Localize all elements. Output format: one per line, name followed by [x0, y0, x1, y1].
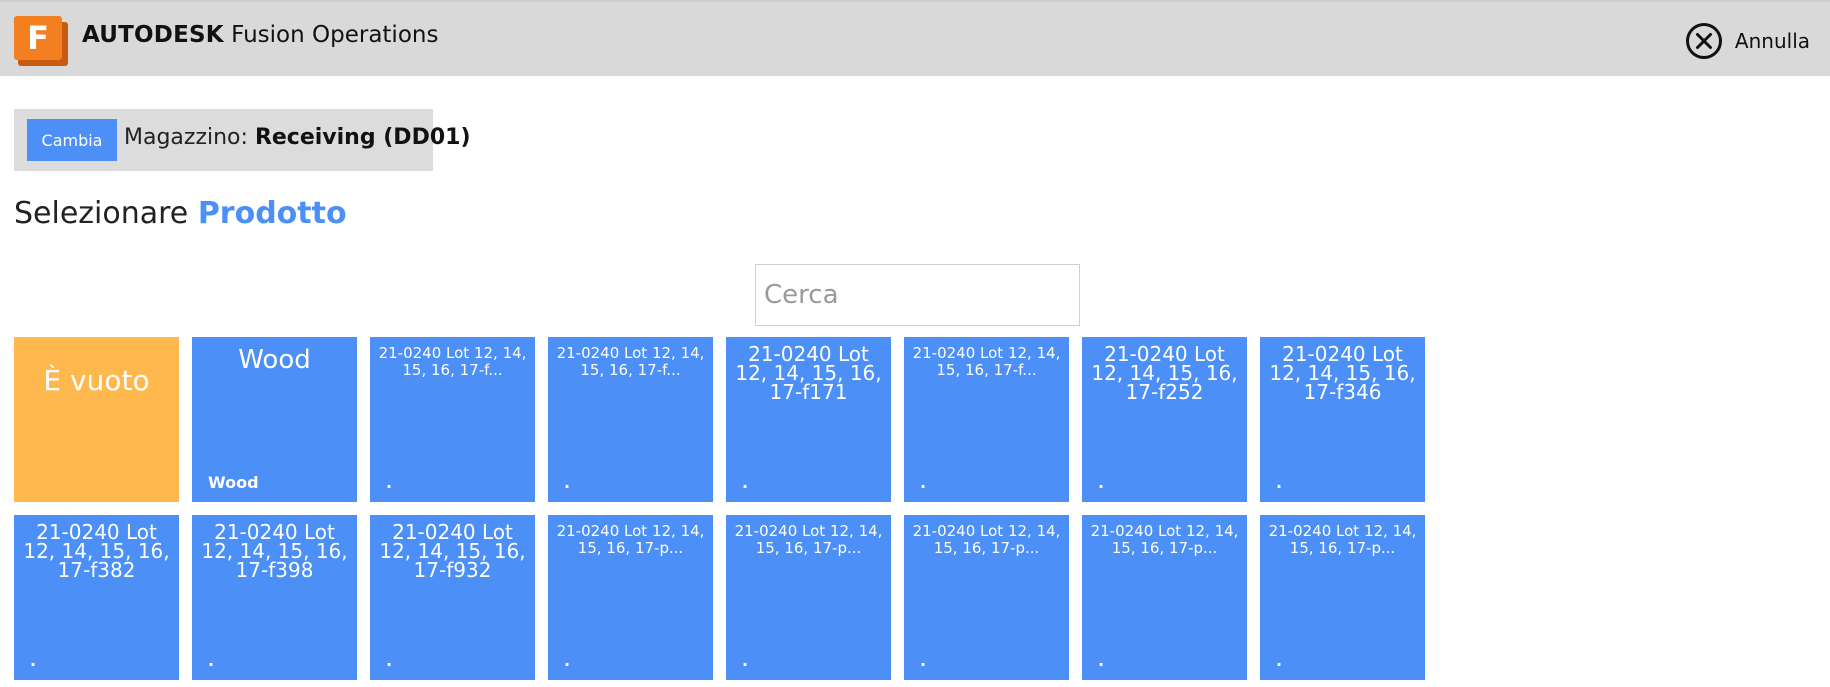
page-title-prefix: Selezionare [14, 196, 189, 231]
product-tile-code: . [1276, 473, 1283, 492]
product-tile-title: 21-0240 Lot 12, 14, 15, 16, 17-f346 [1269, 342, 1416, 404]
product-tile[interactable]: 21-0240 Lot 12, 14, 15, 16, 17-f382. [14, 515, 179, 680]
page-title-accent: Prodotto [197, 196, 347, 231]
warehouse-label: Magazzino: [124, 125, 248, 150]
product-tile[interactable]: 21-0240 Lot 12, 14, 15, 16, 17-p.... [1082, 515, 1247, 680]
brand-product: Fusion Operations [231, 22, 439, 48]
product-tile[interactable]: Wood Wood [192, 337, 357, 502]
product-tile-title: 21-0240 Lot 12, 14, 15, 16, 17-p... [1090, 522, 1239, 558]
close-circle-icon [1685, 23, 1722, 59]
warehouse-bar: Cambia Magazzino: Receiving (DD01) [14, 109, 471, 171]
product-tile-title: 21-0240 Lot 12, 14, 15, 16, 17-p... [1268, 522, 1417, 558]
product-tile-code: . [1098, 651, 1105, 670]
product-tile-title: 21-0240 Lot 12, 14, 15, 16, 17-f... [378, 344, 527, 380]
product-tile-title: 21-0240 Lot 12, 14, 15, 16, 17-p... [556, 522, 705, 558]
product-tile-title: 21-0240 Lot 12, 14, 15, 16, 17-f... [912, 344, 1061, 380]
search-input[interactable] [755, 264, 1080, 326]
warehouse-value: Receiving (DD01) [254, 125, 471, 150]
product-tile-title: 21-0240 Lot 12, 14, 15, 16, 17-p... [734, 522, 883, 558]
product-tile-title: 21-0240 Lot 12, 14, 15, 16, 17-f252 [1091, 342, 1238, 404]
page-title: Selezionare Prodotto [14, 196, 347, 231]
empty-product-tile[interactable]: È vuoto [14, 337, 179, 502]
product-tile-title: 21-0240 Lot 12, 14, 15, 16, 17-f171 [735, 342, 882, 404]
app-header: F AUTODESK Fusion Operations Annulla [0, 0, 1830, 76]
product-tile-code: . [564, 651, 571, 670]
cancel-button[interactable]: Annulla [1685, 21, 1810, 61]
product-tile-title: 21-0240 Lot 12, 14, 15, 16, 17-f398 [201, 520, 348, 582]
app-title: AUTODESK Fusion Operations [82, 22, 438, 48]
product-tile-code: . [742, 651, 749, 670]
product-tile-code: . [208, 651, 215, 670]
product-tile-title: 21-0240 Lot 12, 14, 15, 16, 17-p... [912, 522, 1061, 558]
product-tile[interactable]: 21-0240 Lot 12, 14, 15, 16, 17-f.... [904, 337, 1069, 502]
product-tile-code: . [564, 473, 571, 492]
product-tile[interactable]: 21-0240 Lot 12, 14, 15, 16, 17-f398. [192, 515, 357, 680]
product-tile-code: . [742, 473, 749, 492]
product-tile-code: . [30, 651, 37, 670]
change-warehouse-button[interactable]: Cambia [27, 119, 117, 161]
product-tile[interactable]: 21-0240 Lot 12, 14, 15, 16, 17-f932. [370, 515, 535, 680]
product-tile-title: 21-0240 Lot 12, 14, 15, 16, 17-f... [556, 344, 705, 380]
product-tile[interactable]: 21-0240 Lot 12, 14, 15, 16, 17-f346. [1260, 337, 1425, 502]
product-tile[interactable]: 21-0240 Lot 12, 14, 15, 16, 17-p.... [1260, 515, 1425, 680]
cancel-label: Annulla [1734, 29, 1810, 53]
product-tile-title: È vuoto [43, 364, 150, 397]
product-tile[interactable]: 21-0240 Lot 12, 14, 15, 16, 17-p.... [548, 515, 713, 680]
brand-autodesk: AUTODESK [82, 22, 224, 48]
warehouse-info: Magazzino: Receiving (DD01) [124, 125, 471, 150]
product-tile-code: . [1276, 651, 1283, 670]
product-tile[interactable]: 21-0240 Lot 12, 14, 15, 16, 17-p.... [904, 515, 1069, 680]
product-tile-code: . [386, 651, 393, 670]
product-tile-code: . [920, 651, 927, 670]
product-tile[interactable]: 21-0240 Lot 12, 14, 15, 16, 17-p.... [726, 515, 891, 680]
product-tile-code: . [1098, 473, 1105, 492]
product-tile-title: 21-0240 Lot 12, 14, 15, 16, 17-f382 [23, 520, 170, 582]
product-tile-code: . [386, 473, 393, 492]
product-tile[interactable]: 21-0240 Lot 12, 14, 15, 16, 17-f171. [726, 337, 891, 502]
product-tile-code: Wood [208, 473, 259, 492]
product-tile-title: 21-0240 Lot 12, 14, 15, 16, 17-f932 [379, 520, 526, 582]
product-tile[interactable]: 21-0240 Lot 12, 14, 15, 16, 17-f.... [370, 337, 535, 502]
product-tile-code: . [920, 473, 927, 492]
fusion-logo: F [14, 16, 68, 66]
logo-f-icon: F [14, 16, 62, 60]
product-tile[interactable]: 21-0240 Lot 12, 14, 15, 16, 17-f.... [548, 337, 713, 502]
product-tile[interactable]: 21-0240 Lot 12, 14, 15, 16, 17-f252. [1082, 337, 1247, 502]
product-tile-title: Wood [238, 345, 311, 375]
